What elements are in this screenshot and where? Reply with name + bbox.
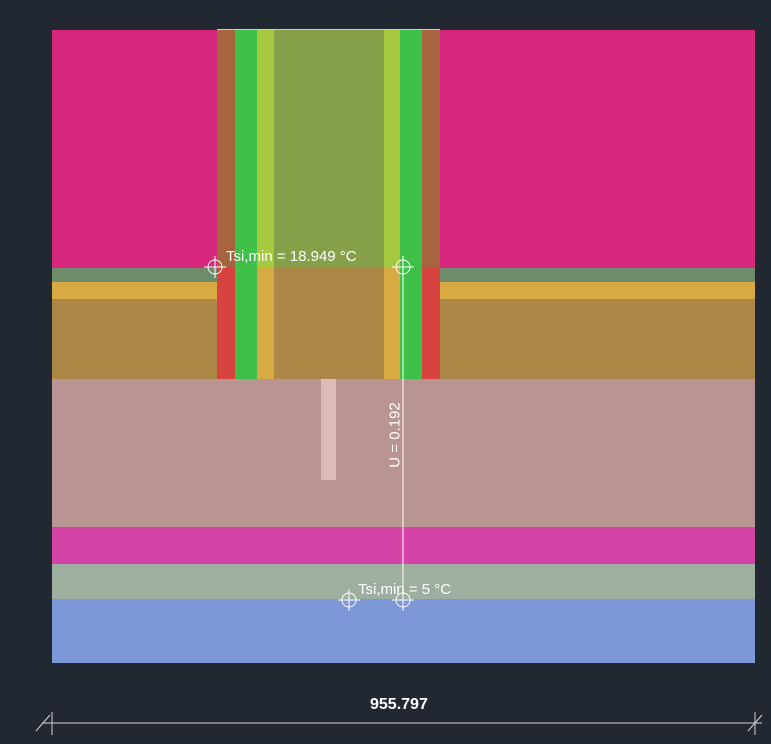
drawing-canvas: Tsi,min = 18.949 °C Tsi,min = 5 °C U = 0… [0,0,771,744]
tsi-upper-marker-right [392,256,414,278]
tsi-lower-marker-left [338,589,360,611]
dimension-width-label: 955.797 [370,696,428,713]
tsi-upper-label: Tsi,min = 18.949 °C [226,248,357,265]
tsi-lower-label: Tsi,min = 5 °C [358,581,452,598]
tsi-upper-marker-left [204,256,226,278]
u-value-label: U = 0.192 [386,402,404,468]
annotation-overlay [35,256,763,735]
